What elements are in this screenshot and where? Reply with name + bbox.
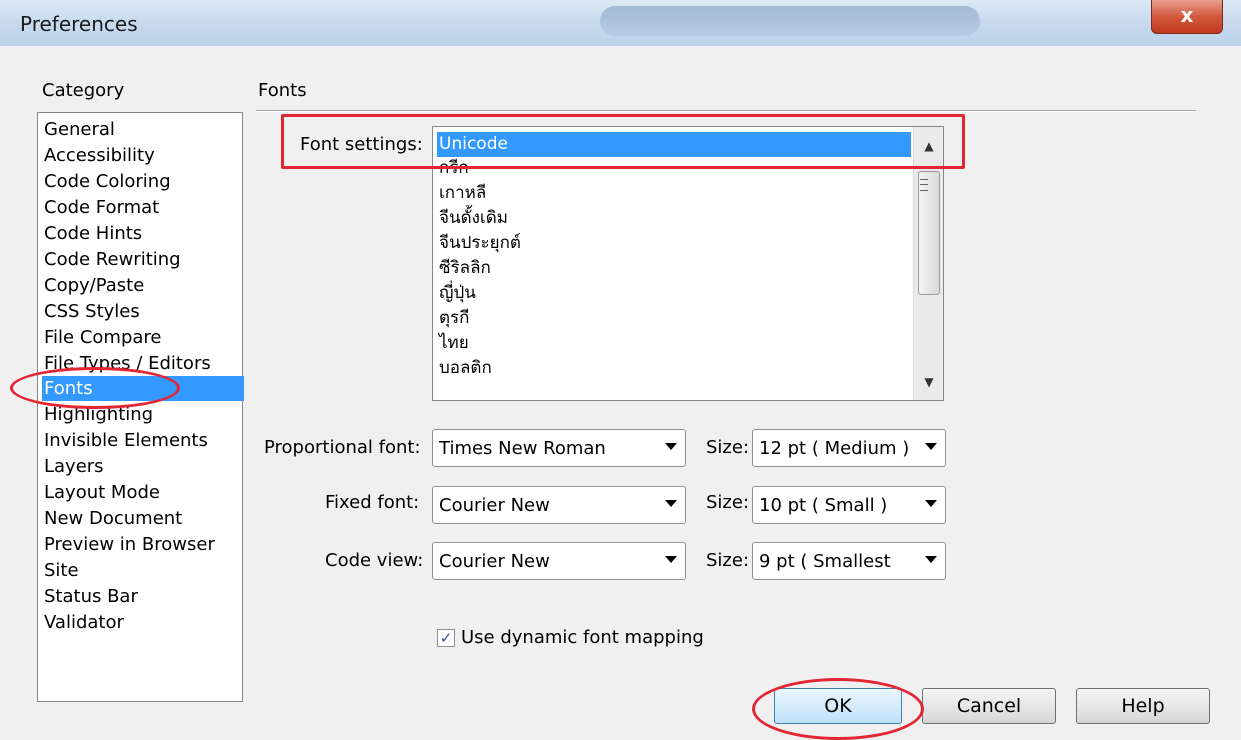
proportional-font-value: Times New Roman bbox=[439, 438, 606, 459]
category-item-new-document[interactable]: New Document bbox=[42, 506, 244, 531]
annotation-circle-ok bbox=[752, 678, 924, 740]
fixed-font-value: Courier New bbox=[439, 495, 550, 516]
category-item-validator[interactable]: Validator bbox=[42, 610, 244, 635]
code-view-size-value: 9 pt ( Smallest bbox=[759, 551, 891, 572]
fixed-size-label: Size: bbox=[706, 492, 750, 513]
font-settings-item[interactable]: จีนดั้งเดิม bbox=[437, 206, 911, 231]
proportional-font-label: Proportional font: bbox=[264, 437, 421, 458]
code-view-font-value: Courier New bbox=[439, 551, 550, 572]
category-item-code-hints[interactable]: Code Hints bbox=[42, 221, 244, 246]
scroll-grip-icon bbox=[920, 179, 928, 191]
cancel-button[interactable]: Cancel bbox=[922, 688, 1056, 724]
dropdown-arrow-icon bbox=[665, 556, 677, 563]
category-item-status-bar[interactable]: Status Bar bbox=[42, 584, 244, 609]
font-settings-item[interactable]: ตุรกี bbox=[437, 306, 911, 331]
category-item-file-compare[interactable]: File Compare bbox=[42, 325, 244, 350]
proportional-size-label: Size: bbox=[706, 437, 750, 458]
category-item-site[interactable]: Site bbox=[42, 558, 244, 583]
fixed-size-value: 10 pt ( Small ) bbox=[759, 495, 888, 516]
title-bar[interactable]: Preferences x bbox=[0, 0, 1241, 46]
dynamic-font-mapping-label[interactable]: Use dynamic font mapping bbox=[461, 627, 704, 648]
fixed-font-label: Fixed font: bbox=[325, 492, 420, 513]
proportional-size-value: 12 pt ( Medium ) bbox=[759, 438, 910, 459]
category-header: Category bbox=[42, 80, 125, 101]
proportional-font-select[interactable]: Times New Roman bbox=[432, 429, 686, 467]
help-button[interactable]: Help bbox=[1076, 688, 1210, 724]
dropdown-arrow-icon bbox=[925, 443, 937, 450]
category-item-preview-in-browser[interactable]: Preview in Browser bbox=[42, 532, 244, 557]
fixed-font-select[interactable]: Courier New bbox=[432, 486, 686, 524]
dropdown-arrow-icon bbox=[665, 500, 677, 507]
category-item-general[interactable]: General bbox=[42, 117, 244, 142]
code-view-size-select[interactable]: 9 pt ( Smallest bbox=[752, 542, 946, 580]
section-title: Fonts bbox=[258, 80, 307, 101]
preferences-dialog: Preferences x Category General Accessibi… bbox=[0, 0, 1241, 740]
category-item-accessibility[interactable]: Accessibility bbox=[42, 143, 244, 168]
annotation-box-font-settings bbox=[281, 114, 965, 169]
category-item-layout-mode[interactable]: Layout Mode bbox=[42, 480, 244, 505]
dynamic-font-mapping-checkbox[interactable]: ✓ bbox=[437, 629, 455, 647]
annotation-circle-fonts bbox=[10, 367, 180, 409]
section-divider bbox=[256, 110, 1196, 112]
fixed-size-select[interactable]: 10 pt ( Small ) bbox=[752, 486, 946, 524]
dropdown-arrow-icon bbox=[925, 556, 937, 563]
dropdown-arrow-icon bbox=[665, 443, 677, 450]
category-item-css-styles[interactable]: CSS Styles bbox=[42, 299, 244, 324]
category-item-code-coloring[interactable]: Code Coloring bbox=[42, 169, 244, 194]
title-bar-glow bbox=[600, 6, 980, 36]
category-item-invisible-elements[interactable]: Invisible Elements bbox=[42, 428, 244, 453]
category-item-copy-paste[interactable]: Copy/Paste bbox=[42, 273, 244, 298]
dropdown-arrow-icon bbox=[925, 500, 937, 507]
code-view-label: Code view: bbox=[325, 550, 424, 571]
font-settings-item[interactable]: ญี่ปุ่น bbox=[437, 281, 911, 306]
window-title: Preferences bbox=[20, 12, 138, 36]
code-view-size-label: Size: bbox=[706, 550, 750, 571]
code-view-font-select[interactable]: Courier New bbox=[432, 542, 686, 580]
font-settings-item[interactable]: บอลติก bbox=[437, 356, 911, 381]
category-item-layers[interactable]: Layers bbox=[42, 454, 244, 479]
font-settings-item[interactable]: ซีริลลิก bbox=[437, 256, 911, 281]
proportional-size-select[interactable]: 12 pt ( Medium ) bbox=[752, 429, 946, 467]
font-settings-item[interactable]: ไทย bbox=[437, 331, 911, 356]
font-settings-item[interactable]: เกาหลี bbox=[437, 181, 911, 206]
scroll-down-arrow-icon[interactable]: ▼ bbox=[914, 367, 943, 397]
font-settings-item[interactable]: จีนประยุกต์ bbox=[437, 231, 911, 256]
category-item-code-rewriting[interactable]: Code Rewriting bbox=[42, 247, 244, 272]
category-item-code-format[interactable]: Code Format bbox=[42, 195, 244, 220]
close-button[interactable]: x bbox=[1151, 0, 1223, 34]
